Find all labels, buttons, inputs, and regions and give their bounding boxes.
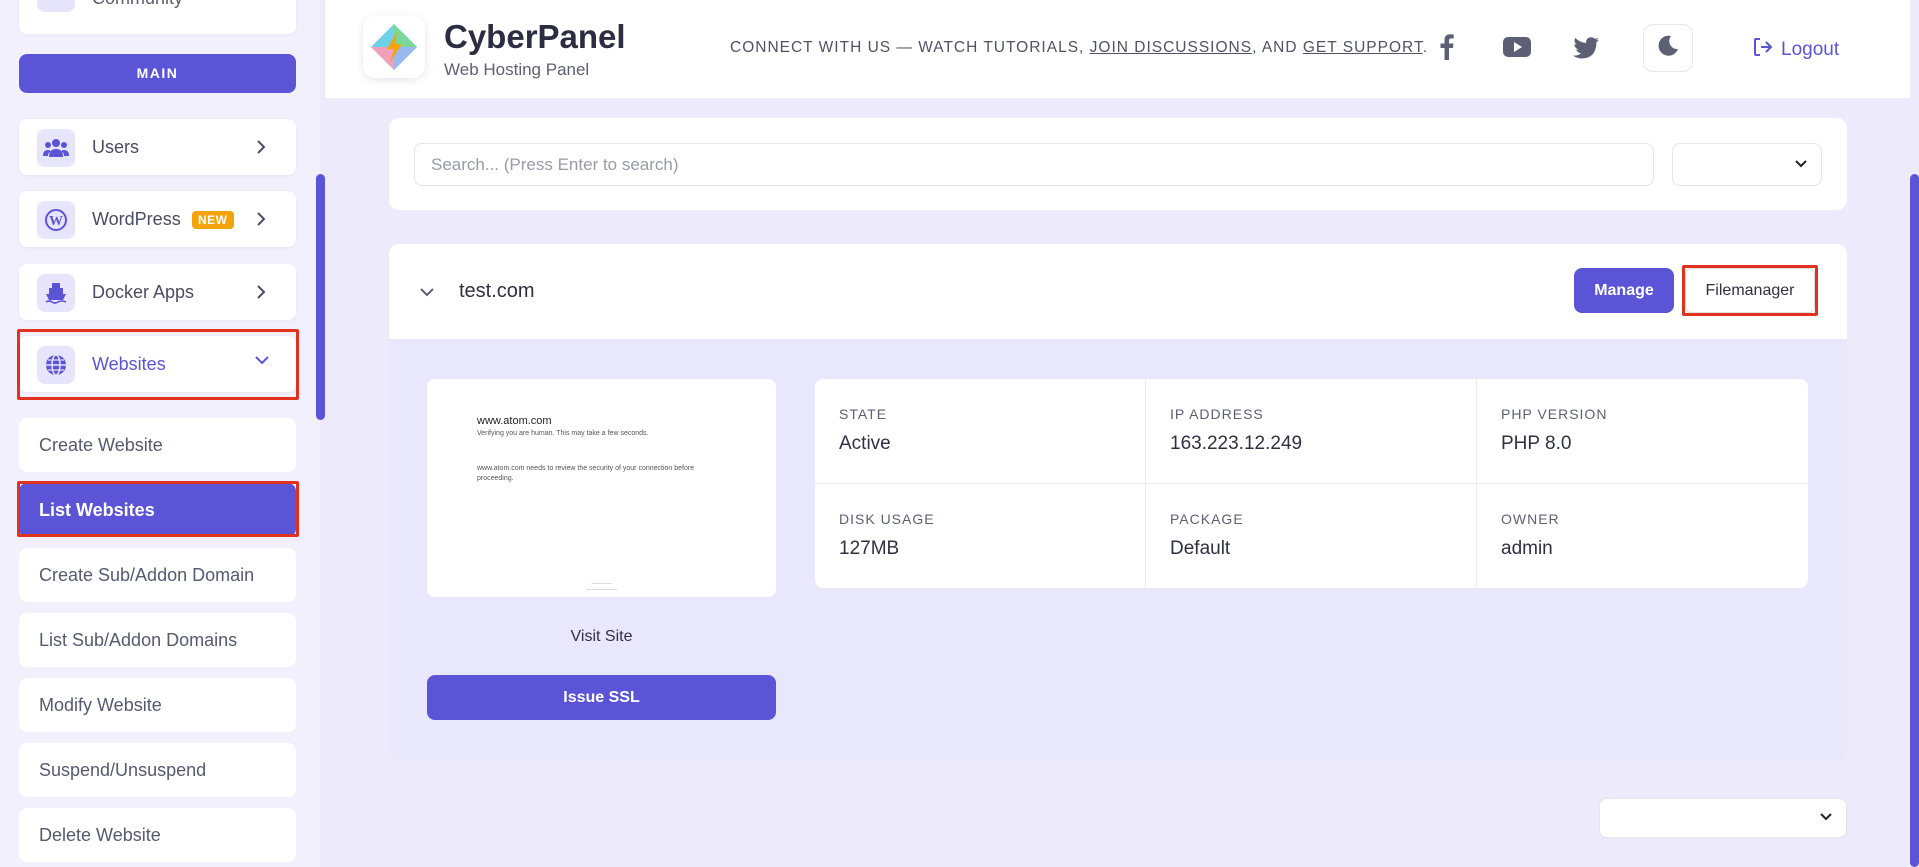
- preview-line: Verifying you are human. This may take a…: [477, 430, 649, 437]
- grid-divider: [815, 483, 1808, 484]
- connect-suffix: .: [1422, 39, 1429, 56]
- detail-owner: OWNER admin: [1477, 484, 1808, 588]
- sidebar-section-main: MAIN: [19, 54, 296, 93]
- highlight-box: [17, 329, 299, 400]
- connect-prefix: CONNECT WITH US — WATCH TUTORIALS,: [730, 39, 1090, 56]
- sidebar-subitem-delete-website[interactable]: Delete Website: [19, 808, 296, 862]
- detail-ip-address: IP ADDRESS 163.223.12.249: [1146, 379, 1477, 483]
- moon-icon: [1657, 35, 1679, 62]
- chevron-right-icon: [256, 211, 266, 232]
- detail-package: PACKAGE Default: [1146, 484, 1477, 588]
- detail-label: PHP VERSION: [1501, 406, 1608, 422]
- sidebar-subitem-create-sub-addon-domain[interactable]: Create Sub/Addon Domain: [19, 548, 296, 602]
- preview-line: proceeding.: [477, 475, 514, 482]
- docker-ship-icon: [37, 274, 75, 312]
- top-header: CyberPanel Web Hosting Panel CONNECT WIT…: [325, 0, 1910, 98]
- preview-line: www.atom.com needs to review the securit…: [477, 465, 695, 472]
- sidebar-item-label: WordPress: [92, 209, 181, 229]
- twitter-icon[interactable]: [1573, 37, 1599, 64]
- sidebar-subitem-modify-website[interactable]: Modify Website: [19, 678, 296, 732]
- sidebar-item-label: Community: [92, 0, 183, 9]
- sidebar-item-label: Users: [92, 137, 140, 157]
- brand-subtitle: Web Hosting Panel: [444, 60, 590, 79]
- site-preview-thumbnail[interactable]: www.atom.com Verifying you are human. Th…: [427, 379, 776, 597]
- sidebar-scrollbar[interactable]: [316, 174, 325, 420]
- brand-title: CyberPanel: [444, 18, 626, 55]
- sidebar-subitem-list-sub-addon-domains[interactable]: List Sub/Addon Domains: [19, 613, 296, 667]
- issue-ssl-button[interactable]: Issue SSL: [427, 675, 776, 720]
- sidebar-subitem-suspend-unsuspend[interactable]: Suspend/Unsuspend: [19, 743, 296, 797]
- get-support-link[interactable]: GET SUPPORT: [1303, 39, 1423, 56]
- logout-label: Logout: [1781, 39, 1840, 60]
- wordpress-icon: W: [37, 201, 75, 239]
- facebook-icon[interactable]: [1440, 34, 1454, 65]
- users-icon: [37, 129, 75, 167]
- detail-php-version: PHP VERSION PHP 8.0: [1477, 379, 1808, 483]
- website-details-grid: STATE Active IP ADDRESS 163.223.12.249 P…: [815, 379, 1808, 588]
- logout-button[interactable]: Logout: [1753, 37, 1839, 63]
- search-card: [389, 118, 1847, 210]
- join-discussions-link[interactable]: JOIN DISCUSSIONS: [1090, 39, 1252, 56]
- detail-value: admin: [1501, 538, 1553, 559]
- website-card: test.com Manage Filemanager www.atom.com…: [389, 244, 1847, 760]
- website-domain: test.com: [459, 280, 535, 302]
- sidebar-item-users[interactable]: Users: [19, 119, 296, 175]
- cyberpanel-logo: [363, 16, 425, 78]
- sidebar-item-community[interactable]: Community: [19, 0, 296, 34]
- detail-value: Default: [1170, 538, 1231, 559]
- detail-label: STATE: [839, 406, 888, 422]
- sidebar: Community MAIN Users W WordPress: [0, 0, 320, 867]
- detail-value: 163.223.12.249: [1170, 433, 1303, 454]
- logout-icon: [1753, 37, 1773, 63]
- website-card-header: test.com Manage Filemanager: [389, 244, 1847, 339]
- manage-button[interactable]: Manage: [1574, 268, 1674, 313]
- svg-text:W: W: [49, 214, 63, 229]
- detail-state: STATE Active: [815, 379, 1146, 483]
- detail-disk-usage: DISK USAGE 127MB: [815, 484, 1146, 588]
- chevron-right-icon: [256, 284, 266, 305]
- chevron-right-icon: [256, 139, 266, 160]
- detail-value: 127MB: [839, 538, 900, 559]
- sidebar-item-label: Docker Apps: [92, 282, 195, 302]
- detail-label: PACKAGE: [1170, 511, 1244, 527]
- detail-label: IP ADDRESS: [1170, 406, 1264, 422]
- page-scrollbar[interactable]: [1910, 174, 1919, 867]
- sidebar-subitem-create-website[interactable]: Create Website: [19, 418, 296, 472]
- preview-footer: ───────: [591, 581, 612, 586]
- community-icon: [37, 0, 75, 12]
- visit-site-link[interactable]: Visit Site: [427, 628, 776, 646]
- connect-mid: , AND: [1252, 39, 1303, 56]
- preview-footer: ───────────: [585, 587, 618, 592]
- sidebar-item-docker-apps[interactable]: Docker Apps: [19, 264, 296, 320]
- highlight-box: [17, 481, 299, 537]
- chevron-down-icon: [1820, 813, 1832, 821]
- detail-value: PHP 8.0: [1501, 433, 1572, 454]
- detail-label: OWNER: [1501, 511, 1560, 527]
- connect-text: CONNECT WITH US — WATCH TUTORIALS, JOIN …: [730, 39, 1428, 57]
- youtube-icon[interactable]: [1503, 37, 1531, 62]
- pagination-select[interactable]: [1599, 798, 1847, 838]
- chevron-down-icon: [1795, 159, 1807, 167]
- preview-title: www.atom.com: [477, 415, 552, 427]
- new-badge: NEW: [192, 211, 234, 229]
- detail-label: DISK USAGE: [839, 511, 935, 527]
- theme-toggle-button[interactable]: [1643, 24, 1693, 72]
- collapse-chevron-icon[interactable]: [419, 284, 435, 302]
- sidebar-item-wordpress[interactable]: W WordPress NEW: [19, 191, 296, 247]
- search-input[interactable]: [414, 143, 1654, 186]
- highlight-box: [1682, 265, 1818, 316]
- filter-select[interactable]: [1672, 143, 1822, 186]
- detail-value: Active: [839, 433, 891, 454]
